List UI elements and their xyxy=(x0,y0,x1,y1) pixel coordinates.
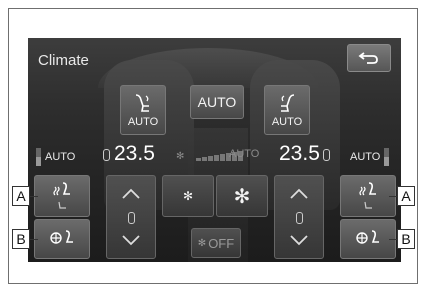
seat-small-icon xyxy=(58,201,66,209)
auto-label: AUTO xyxy=(197,94,237,110)
driver-temp-control xyxy=(106,175,156,259)
leader-line xyxy=(30,196,38,197)
passenger-temp-control xyxy=(274,175,324,259)
chevron-down-icon[interactable] xyxy=(120,233,142,247)
seat-small-icon xyxy=(364,201,372,209)
seat-ventilation-icon xyxy=(50,230,73,244)
back-button[interactable] xyxy=(347,44,391,72)
thermometer-icon xyxy=(103,149,110,161)
off-label: OFF xyxy=(208,235,235,251)
passenger-seat-auto-label: AUTO xyxy=(271,116,303,128)
fan-icon: ✻ xyxy=(197,237,207,249)
thermometer-icon xyxy=(295,212,303,224)
passenger-seat-climate-auto-button[interactable]: AUTO xyxy=(264,85,310,135)
screen-title: Climate xyxy=(38,52,89,69)
callout-b-right: B xyxy=(397,229,415,249)
large-fan-icon: ✻ xyxy=(233,185,251,208)
leader-line xyxy=(389,196,397,197)
seat-ventilation-icon xyxy=(356,230,379,244)
driver-seat-heater-button[interactable] xyxy=(34,175,90,217)
back-arrow-icon xyxy=(358,52,378,64)
callout-a-left: A xyxy=(12,186,30,206)
chevron-up-icon[interactable] xyxy=(288,187,310,201)
passenger-seat-heater-button[interactable] xyxy=(340,175,396,217)
driver-temp-readout: 23.5 xyxy=(103,142,155,166)
seat-heater-icon xyxy=(359,182,376,196)
leader-line xyxy=(30,239,38,240)
passenger-mode-text: AUTO xyxy=(350,151,381,163)
callout-a-right: A xyxy=(397,186,415,206)
fan-icon: ✻ xyxy=(176,151,185,162)
driver-mode-text: AUTO xyxy=(45,151,76,163)
passenger-seat-ventilation-button[interactable] xyxy=(340,219,396,259)
passenger-temp-readout: 23.5 xyxy=(279,142,334,166)
thermometer-icon xyxy=(322,149,330,161)
chevron-up-icon[interactable] xyxy=(120,187,142,201)
leader-line xyxy=(389,239,397,240)
passenger-readout: AUTO xyxy=(350,148,390,166)
driver-temp-text: 23.5 xyxy=(114,142,155,165)
callout-b-left: B xyxy=(12,229,30,249)
seat-airflow-icon xyxy=(281,94,295,112)
fan-off-button[interactable]: ✻ OFF xyxy=(191,228,241,258)
driver-seat-auto-label: AUTO xyxy=(127,116,159,128)
seat-airflow-icon xyxy=(135,94,149,112)
passenger-temp-text: 23.5 xyxy=(279,142,320,165)
fan-speed-up-button[interactable]: ✻ xyxy=(216,175,268,217)
driver-seat-level-indicator xyxy=(36,148,41,166)
chevron-down-icon[interactable] xyxy=(288,233,310,247)
passenger-seat-level-indicator xyxy=(384,148,390,166)
auto-button[interactable]: AUTO xyxy=(190,85,244,119)
fan-speed-down-button[interactable]: ✻ xyxy=(162,175,214,217)
driver-seat-ventilation-button[interactable] xyxy=(34,219,90,259)
climate-screen: Climate AUTO AUTO AUTO AUTO 23.5 ✻ AUTO … xyxy=(28,38,401,262)
driver-seat-climate-auto-button[interactable]: AUTO xyxy=(120,85,166,135)
fan-mode-text: AUTO xyxy=(229,148,260,160)
small-fan-icon: ✻ xyxy=(182,189,194,203)
thermometer-icon xyxy=(127,212,135,224)
driver-readout: AUTO xyxy=(36,148,79,166)
seat-heater-icon xyxy=(53,182,70,196)
